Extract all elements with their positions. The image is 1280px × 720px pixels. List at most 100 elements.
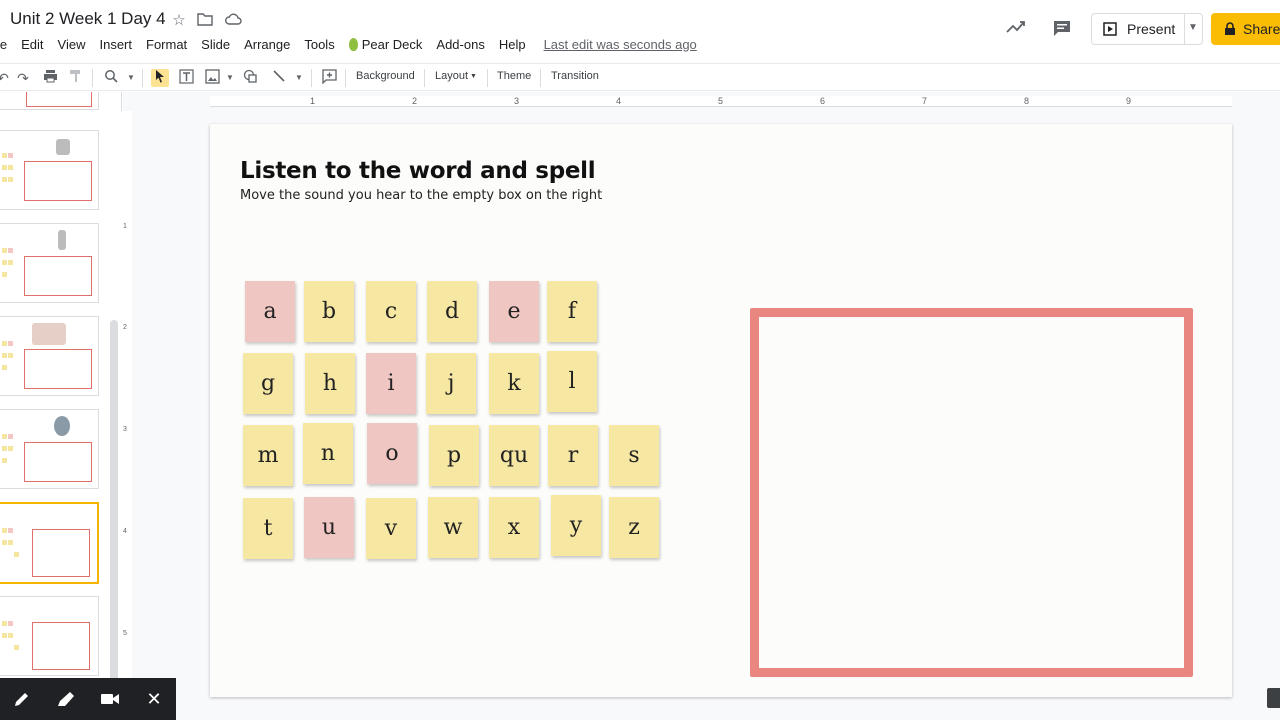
undo-icon[interactable]: ↶ bbox=[0, 69, 12, 87]
present-button[interactable]: Present ▼ bbox=[1091, 13, 1203, 45]
highlighter-icon[interactable] bbox=[44, 678, 88, 720]
paint-format-icon[interactable] bbox=[67, 69, 85, 87]
menu-tools[interactable]: Tools bbox=[304, 37, 334, 52]
pen-icon[interactable] bbox=[0, 678, 44, 720]
text-box-icon[interactable] bbox=[177, 69, 195, 87]
filmstrip-scrollbar[interactable] bbox=[110, 320, 118, 720]
letter-tile-e[interactable]: e bbox=[489, 281, 539, 342]
menu-help[interactable]: Help bbox=[499, 37, 526, 52]
video-camera-icon[interactable] bbox=[88, 678, 132, 720]
select-cursor-icon[interactable] bbox=[151, 69, 169, 87]
letter-tile-n[interactable]: n bbox=[303, 423, 353, 484]
letter-tile-k[interactable]: k bbox=[489, 353, 539, 414]
ruler-number: 5 bbox=[123, 630, 127, 637]
slide-thumbnail[interactable] bbox=[0, 223, 99, 303]
menu-slide[interactable]: Slide bbox=[201, 37, 230, 52]
print-icon[interactable] bbox=[41, 69, 59, 87]
zoom-caret-icon[interactable]: ▼ bbox=[122, 69, 140, 87]
thumbnail-picture bbox=[56, 139, 70, 155]
image-icon[interactable] bbox=[203, 69, 221, 87]
thumbnail-tile bbox=[2, 272, 7, 277]
background-button[interactable]: Background bbox=[356, 70, 415, 82]
letter-tile-r[interactable]: r bbox=[548, 425, 598, 486]
menu-file[interactable]: le bbox=[0, 37, 7, 52]
document-title[interactable]: Unit 2 Week 1 Day 4 bbox=[10, 9, 166, 29]
letter-tile-y[interactable]: y bbox=[551, 495, 601, 556]
shape-icon[interactable] bbox=[241, 69, 259, 87]
slide-thumbnail[interactable] bbox=[0, 130, 99, 210]
letter-tile-f[interactable]: f bbox=[547, 281, 597, 342]
ruler-number: 1 bbox=[123, 223, 127, 230]
letter-tile-s[interactable]: s bbox=[609, 425, 659, 486]
menu-format[interactable]: Format bbox=[146, 37, 187, 52]
letter-tile-u[interactable]: u bbox=[304, 497, 354, 558]
slide-thumbnail[interactable] bbox=[0, 596, 99, 676]
ruler-number: 3 bbox=[123, 426, 127, 433]
menu-view[interactable]: View bbox=[58, 37, 86, 52]
menu-insert[interactable]: Insert bbox=[99, 37, 132, 52]
redo-icon[interactable]: ↷ bbox=[14, 69, 32, 87]
layout-caret-icon[interactable]: ▼ bbox=[470, 73, 477, 80]
letter-tile-b[interactable]: b bbox=[304, 281, 354, 342]
new-comment-icon[interactable] bbox=[320, 69, 338, 87]
menu-edit[interactable]: Edit bbox=[21, 37, 43, 52]
letter-tile-o[interactable]: o bbox=[367, 423, 417, 484]
letter-tile-g[interactable]: g bbox=[243, 353, 293, 414]
slide-thumbnail-selected[interactable] bbox=[0, 502, 99, 584]
letter-tile-c[interactable]: c bbox=[366, 281, 416, 342]
letter-tile-v[interactable]: v bbox=[366, 498, 416, 559]
letter-tile-h[interactable]: h bbox=[305, 353, 355, 414]
thumbnail-answer-box bbox=[32, 529, 90, 577]
close-icon[interactable]: ✕ bbox=[132, 678, 176, 720]
letter-tile-d[interactable]: d bbox=[427, 281, 477, 342]
menu-add-ons[interactable]: Add-ons bbox=[436, 37, 484, 52]
horizontal-ruler[interactable]: 1 2 3 4 5 6 7 8 9 bbox=[210, 96, 1232, 107]
slide-subtitle[interactable]: Move the sound you hear to the empty box… bbox=[240, 188, 602, 203]
letter-tile-j[interactable]: j bbox=[426, 353, 476, 414]
slide-canvas[interactable]: Listen to the word and spell Move the so… bbox=[210, 124, 1232, 697]
letter-tile-m[interactable]: m bbox=[243, 425, 293, 486]
letter-tile-p[interactable]: p bbox=[429, 425, 479, 486]
slide-title[interactable]: Listen to the word and spell bbox=[240, 158, 596, 184]
thumbnail-tile bbox=[2, 446, 7, 451]
layout-button[interactable]: Layout bbox=[435, 70, 468, 82]
move-to-folder-icon[interactable] bbox=[196, 12, 214, 30]
explore-icon[interactable] bbox=[1267, 688, 1280, 708]
letter-tile-l[interactable]: l bbox=[547, 351, 597, 412]
image-caret-icon[interactable]: ▼ bbox=[221, 69, 239, 87]
share-button[interactable]: Share bbox=[1211, 13, 1280, 45]
present-options-caret-icon[interactable]: ▼ bbox=[1188, 22, 1200, 33]
thumbnail-tile bbox=[2, 260, 7, 265]
menu-arrange[interactable]: Arrange bbox=[244, 37, 290, 52]
letter-tile-w[interactable]: w bbox=[428, 497, 478, 558]
answer-drop-box[interactable] bbox=[750, 308, 1193, 677]
theme-button[interactable]: Theme bbox=[497, 70, 531, 82]
letter-tile-x[interactable]: x bbox=[489, 497, 539, 558]
menu-pear-deck[interactable]: Pear Deck bbox=[348, 37, 422, 52]
activity-trend-icon[interactable] bbox=[1006, 20, 1025, 38]
ruler-number: 1 bbox=[310, 96, 316, 106]
toolbar-separator bbox=[311, 69, 312, 87]
last-edit-link[interactable]: Last edit was seconds ago bbox=[544, 37, 697, 52]
letter-tile-t[interactable]: t bbox=[243, 498, 293, 559]
thumbnail-answer-box bbox=[24, 256, 92, 296]
thumbnail-answer-box bbox=[24, 161, 92, 201]
zoom-icon[interactable] bbox=[102, 69, 120, 87]
ruler-number: 6 bbox=[820, 96, 826, 106]
letter-tile-qu[interactable]: qu bbox=[489, 425, 539, 486]
comments-icon[interactable] bbox=[1052, 19, 1070, 37]
slide-thumbnail[interactable] bbox=[0, 316, 99, 396]
line-icon[interactable] bbox=[270, 69, 288, 87]
menu-bar: le Edit View Insert Format Slide Arrange… bbox=[0, 34, 697, 54]
slide-thumbnail[interactable] bbox=[0, 92, 99, 110]
letter-tile-i[interactable]: i bbox=[366, 353, 416, 414]
line-caret-icon[interactable]: ▼ bbox=[290, 69, 308, 87]
toolbar-separator bbox=[92, 69, 93, 87]
letter-tile-a[interactable]: a bbox=[245, 281, 295, 342]
cloud-status-icon[interactable] bbox=[224, 12, 242, 30]
transition-button[interactable]: Transition bbox=[551, 70, 599, 82]
slide-thumbnail[interactable] bbox=[0, 409, 99, 489]
star-icon[interactable]: ☆ bbox=[170, 12, 188, 30]
letter-tile-z[interactable]: z bbox=[609, 497, 659, 558]
vertical-ruler[interactable]: 1 2 3 4 5 bbox=[121, 111, 132, 681]
